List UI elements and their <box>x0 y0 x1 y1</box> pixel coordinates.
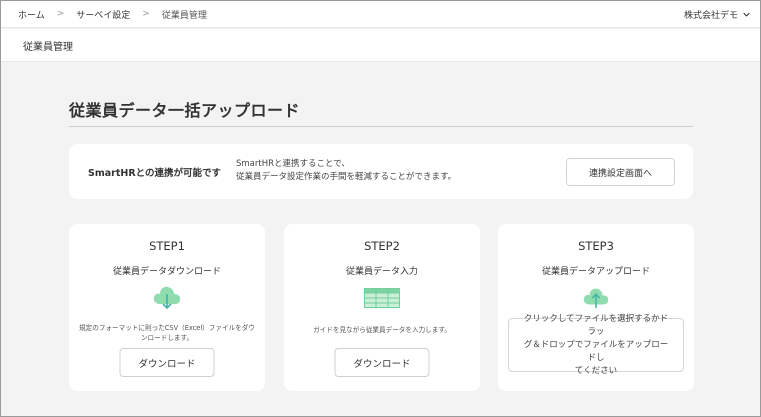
smarthr-integration-card: SmartHRとの連携が可能です SmartHRと連携することで、 従業員データ… <box>69 144 693 199</box>
integration-label: SmartHRとの連携が可能です <box>88 168 222 179</box>
dropzone-text: クリックしてファイルを選択するかドラッ グ＆ドロップでファイルをアップロードし … <box>523 313 669 376</box>
step1-download-button[interactable]: ダウンロード <box>119 348 215 377</box>
step3-subtitle: 従業員データアップロード <box>541 267 650 277</box>
step2-subtitle: 従業員データ入力 <box>345 267 418 277</box>
breadcrumb-separator: > <box>142 9 150 19</box>
step1-card: STEP1 従業員データダウンロード 規定のフォーマットに則ったCSV（Exce… <box>69 224 265 391</box>
step2-card: STEP2 従業員データ入力 ガイドを見ながら従業員データを入力します。 ダウン… <box>284 224 480 391</box>
heading-divider <box>69 126 693 127</box>
breadcrumb-survey-settings[interactable]: サーベイ設定 <box>76 8 130 21</box>
company-menu[interactable]: 株式会社デモ <box>684 8 750 21</box>
step2-title: STEP2 <box>364 239 400 253</box>
page-title-bar: 従業員管理 <box>1 29 760 62</box>
step3-title: STEP3 <box>578 239 614 253</box>
integration-description: SmartHRと連携することで、 従業員データ設定作業の手間を軽減することができ… <box>236 159 457 182</box>
file-drop-zone[interactable]: クリックしてファイルを選択するかドラッ グ＆ドロップでファイルをアップロードし … <box>508 314 684 376</box>
integration-settings-button[interactable]: 連携設定画面へ <box>566 158 675 186</box>
step1-title: STEP1 <box>149 239 185 253</box>
breadcrumb: ホーム > サーベイ設定 > 従業員管理 <box>18 8 684 21</box>
breadcrumb-current: 従業員管理 <box>161 10 207 21</box>
app-window: ホーム > サーベイ設定 > 従業員管理 株式会社デモ 従業員管理 従業員データ… <box>0 0 761 417</box>
step3-card: STEP3 従業員データアップロード クリックしてファイルを選択するかドラッ グ… <box>498 224 694 391</box>
cloud-upload-icon <box>583 288 609 309</box>
spreadsheet-icon <box>364 288 400 308</box>
breadcrumb-separator: > <box>56 9 65 19</box>
section-heading: 従業員データ一括アップロード <box>69 101 301 120</box>
step2-description: ガイドを見ながら従業員データを入力します。 <box>313 326 451 334</box>
top-bar: ホーム > サーベイ設定 > 従業員管理 株式会社デモ <box>1 1 760 28</box>
cloud-download-icon <box>153 286 181 310</box>
step1-subtitle: 従業員データダウンロード <box>112 267 221 277</box>
breadcrumb-home[interactable]: ホーム <box>18 8 45 21</box>
company-name: 株式会社デモ <box>683 10 738 21</box>
step1-description: 規定のフォーマットに則ったCSV（Excel）ファイルをダウ ンロードします。 <box>79 324 255 342</box>
step2-download-button[interactable]: ダウンロード <box>334 348 430 377</box>
page-title: 従業員管理 <box>23 41 73 53</box>
chevron-down-icon <box>743 12 750 17</box>
